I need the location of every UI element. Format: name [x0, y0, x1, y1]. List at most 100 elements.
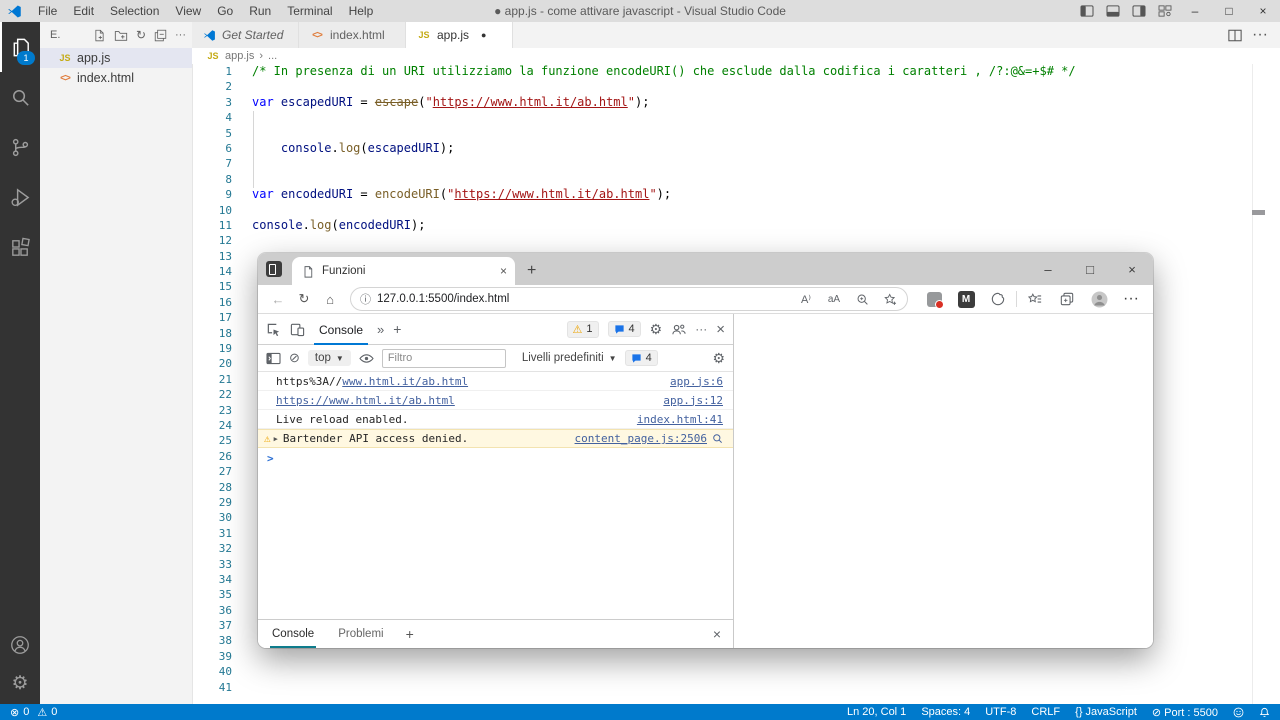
add-favorite-icon[interactable] [879, 293, 901, 306]
run-debug-icon[interactable] [0, 172, 40, 222]
warnings-icon[interactable]: ⚠ [37, 706, 47, 719]
source-location[interactable]: app.js:12 [663, 394, 723, 407]
search-icon[interactable] [0, 72, 40, 122]
editor-scrollbar-track[interactable] [1252, 64, 1253, 704]
breadcrumb-file[interactable]: app.js [225, 50, 254, 62]
source-location[interactable]: content_page.js:2506 [575, 432, 723, 445]
browser-maximize-button[interactable]: □ [1069, 253, 1111, 285]
customize-layout-icon[interactable] [1152, 0, 1178, 22]
editor-scrollbar-thumb[interactable] [1252, 210, 1265, 215]
tab-get-started[interactable]: Get Started [192, 22, 299, 48]
messages-badge-2[interactable]: 4 [625, 350, 658, 366]
status-item-3[interactable]: CRLF [1031, 706, 1060, 719]
add-tool-icon[interactable]: + [393, 321, 401, 337]
message-link[interactable]: https://www.html.it/ab.html [276, 394, 455, 407]
menu-selection[interactable]: Selection [102, 0, 167, 22]
status-item-2[interactable]: UTF-8 [985, 706, 1016, 719]
status-item-4[interactable]: {} JavaScript [1075, 706, 1137, 719]
modified-dot-icon[interactable]: ● [481, 30, 486, 40]
tab-app-js[interactable]: JSapp.js● [406, 22, 513, 48]
site-info-icon[interactable]: ⓘ [360, 291, 371, 307]
expand-triangle-icon[interactable]: ▶ [274, 435, 278, 443]
source-link[interactable]: content_page.js:2506 [575, 432, 707, 445]
source-link[interactable]: index.html:41 [637, 413, 723, 426]
new-file-icon[interactable] [93, 29, 106, 42]
console-sidebar-icon[interactable] [266, 352, 281, 365]
console-prompt[interactable]: > [258, 448, 733, 465]
log-levels-selector[interactable]: Livelli predefiniti ▼ [522, 352, 617, 364]
maximize-button[interactable]: □ [1212, 0, 1246, 22]
new-folder-icon[interactable] [114, 29, 128, 42]
collections-icon[interactable] [1053, 292, 1081, 306]
url-text[interactable]: 127.0.0.1:5500/index.html [377, 293, 789, 305]
editor-more-actions-icon[interactable]: ··· [1252, 26, 1268, 44]
breadcrumb-ellipsis[interactable]: ... [268, 50, 277, 62]
file-item-index.html[interactable]: <>index.html [40, 68, 192, 88]
address-bar[interactable]: ⓘ 127.0.0.1:5500/index.html A⁾ aA [350, 287, 908, 311]
menu-view[interactable]: View [167, 0, 209, 22]
browser-more-menu-icon[interactable]: ··· [1117, 290, 1145, 308]
toggle-secondary-sidebar-icon[interactable] [1126, 0, 1152, 22]
file-item-app.js[interactable]: JSapp.js [40, 48, 192, 68]
read-aloud-icon[interactable]: A⁾ [795, 293, 817, 306]
explorer-more-actions-icon[interactable]: ··· [175, 29, 186, 41]
device-emulation-icon[interactable] [290, 322, 305, 337]
refresh-explorer-icon[interactable]: ↻ [136, 28, 146, 42]
menu-terminal[interactable]: Terminal [279, 0, 340, 22]
source-control-icon[interactable] [0, 122, 40, 172]
toggle-sidebar-icon[interactable] [1074, 0, 1100, 22]
more-tabs-icon[interactable]: » [377, 322, 384, 337]
status-item-0[interactable]: Ln 20, Col 1 [847, 706, 906, 719]
extensions-icon[interactable] [0, 222, 40, 272]
new-tab-button[interactable]: + [527, 262, 536, 280]
source-link[interactable]: app.js:12 [663, 394, 723, 407]
tab-index-html[interactable]: <>index.html [299, 22, 406, 48]
status-item-1[interactable]: Spaces: 4 [921, 706, 970, 719]
browser-close-button[interactable]: × [1111, 253, 1153, 285]
explorer-icon[interactable]: 1 [0, 22, 40, 72]
console-settings-icon[interactable]: ⚙ [712, 350, 725, 367]
devtools-settings-icon[interactable]: ⚙ [650, 321, 663, 338]
source-location[interactable]: app.js:6 [670, 375, 723, 388]
inspect-element-icon[interactable] [266, 322, 281, 337]
errors-count[interactable]: 0 [23, 706, 29, 718]
tab-actions-menu-icon[interactable] [266, 261, 282, 277]
browser-essentials-icon[interactable] [984, 292, 1012, 306]
back-icon[interactable]: ← [266, 288, 290, 310]
drawer-close-icon[interactable]: × [713, 626, 721, 642]
toggle-panel-icon[interactable] [1100, 0, 1126, 22]
zoom-icon[interactable] [851, 293, 873, 306]
browser-minimize-button[interactable]: – [1027, 253, 1069, 285]
feedback-icon[interactable] [1233, 707, 1244, 718]
close-button[interactable]: × [1246, 0, 1280, 22]
source-location[interactable]: index.html:41 [637, 413, 723, 426]
context-selector[interactable]: top ▼ [308, 350, 351, 366]
breadcrumb[interactable]: JS app.js › ... [192, 48, 1280, 64]
drawer-tab-problemi[interactable]: Problemi [336, 620, 385, 648]
favorites-icon[interactable] [1021, 292, 1049, 306]
menu-help[interactable]: Help [341, 0, 382, 22]
devtools-feedback-icon[interactable] [671, 322, 686, 337]
browser-tab[interactable]: Funzioni × [292, 257, 515, 285]
devtools-close-icon[interactable]: × [716, 321, 725, 338]
settings-gear-icon[interactable]: ⚙ [0, 664, 40, 702]
menu-file[interactable]: File [30, 0, 65, 22]
menu-edit[interactable]: Edit [65, 0, 102, 22]
split-editor-icon[interactable] [1228, 29, 1242, 42]
menu-run[interactable]: Run [241, 0, 279, 22]
translate-icon[interactable]: aA [823, 294, 845, 305]
explorer-folder-label[interactable]: E. [50, 29, 60, 41]
errors-icon[interactable]: ⊗ [10, 706, 19, 719]
filter-input[interactable] [382, 349, 506, 368]
drawer-tab-console[interactable]: Console [270, 620, 316, 648]
eye-icon[interactable] [359, 352, 374, 365]
status-item-5[interactable]: ⊘ Port : 5500 [1152, 706, 1218, 719]
profile-avatar[interactable] [1085, 291, 1113, 308]
collapse-folders-icon[interactable] [154, 29, 167, 42]
menu-go[interactable]: Go [209, 0, 241, 22]
message-link[interactable]: www.html.it/ab.html [342, 375, 468, 388]
notifications-bell-icon[interactable] [1259, 707, 1270, 718]
refresh-icon[interactable]: ↻ [292, 288, 316, 310]
clear-console-icon[interactable]: ⊘ [289, 350, 300, 366]
source-link[interactable]: app.js:6 [670, 375, 723, 388]
